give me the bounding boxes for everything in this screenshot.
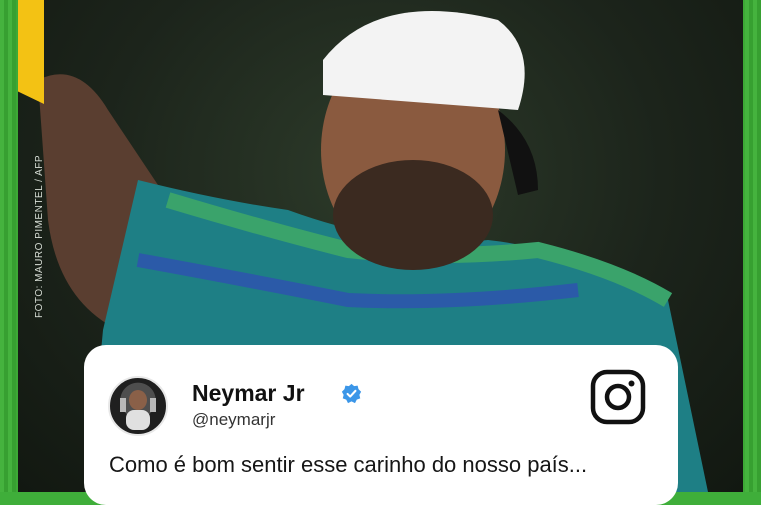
account-handle[interactable]: @neymarjr <box>192 410 275 430</box>
right-stripe <box>745 0 761 492</box>
account-name[interactable]: Neymar Jr <box>192 380 305 407</box>
post-card[interactable] <box>84 345 678 505</box>
flag-corner <box>18 0 44 104</box>
post-text: Como é bom sentir esse carinho do nosso … <box>109 452 588 477</box>
avatar[interactable] <box>108 376 168 436</box>
verified-icon <box>341 383 362 404</box>
photo-credit: FOTO: MAURO PIMENTEL / AFP <box>34 154 45 318</box>
instagram-icon[interactable] <box>590 369 646 425</box>
avatar-icon <box>120 390 156 430</box>
left-stripe <box>0 0 16 492</box>
